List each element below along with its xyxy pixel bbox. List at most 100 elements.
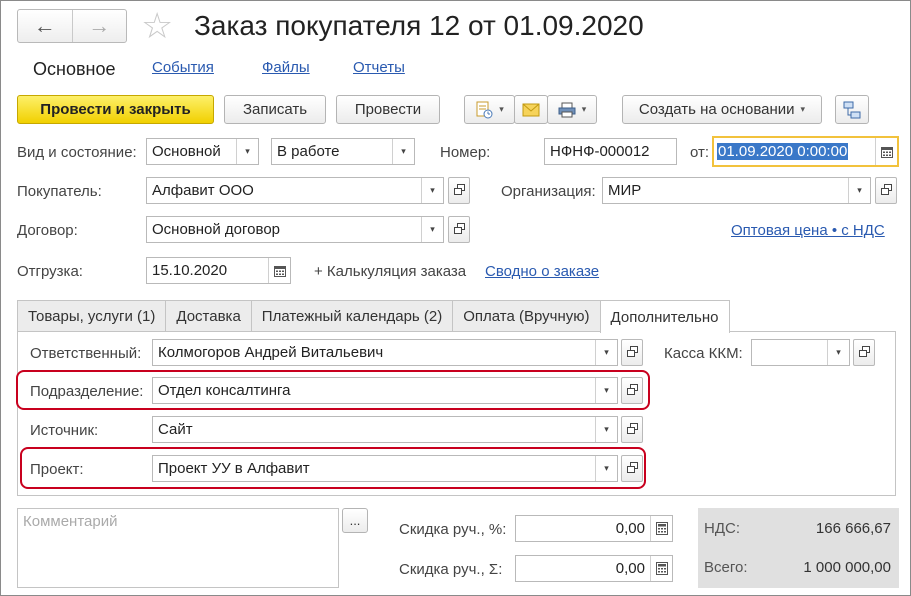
responsible-value: Колмогоров Андрей Витальевич [158, 344, 384, 361]
chevron-down-icon[interactable]: ▾ [595, 456, 617, 481]
forward-button[interactable]: → [71, 10, 127, 42]
open-window-icon [626, 344, 638, 361]
chevron-down-icon[interactable]: ▾ [421, 178, 443, 203]
calendar-icon[interactable] [875, 138, 897, 165]
chevron-down-icon[interactable]: ▾ [595, 378, 617, 403]
calculator-icon[interactable] [650, 516, 672, 541]
chevron-down-icon[interactable]: ▾ [595, 417, 617, 442]
save-button[interactable]: Записать [224, 95, 326, 124]
source-field[interactable]: Сайт ▾ [152, 416, 618, 443]
total-row: Всего: 1 000 000,00 [698, 553, 899, 583]
date-field[interactable]: 01.09.2020 0:00:00 [712, 136, 899, 167]
open-department-button[interactable] [621, 377, 643, 404]
favorite-star-icon[interactable]: ☆ [141, 7, 173, 45]
project-value: Проект УУ в Алфавит [158, 460, 310, 477]
project-label: Проект: [30, 461, 84, 478]
discount-percent-label: Скидка руч., %: [399, 521, 507, 538]
order-summary-link[interactable]: Сводно о заказе [485, 263, 599, 280]
discount-percent-field[interactable]: 0,00 [515, 515, 673, 542]
chevron-down-icon: ▾ [800, 104, 806, 114]
open-project-button[interactable] [621, 455, 643, 482]
buyer-value: Алфавит ООО [152, 182, 254, 199]
open-window-icon [880, 182, 892, 199]
chevron-down-icon[interactable]: ▾ [595, 340, 617, 365]
organization-label: Организация: [501, 183, 596, 200]
arrow-left-icon: ← [33, 13, 56, 38]
chevron-down-icon[interactable]: ▾ [236, 139, 258, 164]
kkm-field[interactable]: ▾ [751, 339, 850, 366]
buyer-label: Покупатель: [17, 183, 102, 200]
structure-button[interactable] [835, 95, 869, 124]
discount-sum-field[interactable]: 0,00 [515, 555, 673, 582]
nav-tab-events[interactable]: События [152, 59, 214, 76]
open-contract-button[interactable] [448, 216, 470, 243]
total-value: 1 000 000,00 [803, 559, 891, 576]
hierarchy-icon [843, 101, 861, 119]
kind-value: Основной [152, 143, 221, 160]
nav-tab-reports[interactable]: Отчеты [353, 59, 405, 76]
comment-more-button[interactable]: ... [342, 508, 368, 533]
open-responsible-button[interactable] [621, 339, 643, 366]
nav-tab-main[interactable]: Основное [33, 59, 115, 80]
print-button[interactable]: ▾ [547, 95, 597, 124]
totals-panel: НДС: 166 666,67 Всего: 1 000 000,00 [698, 508, 899, 588]
open-window-icon [858, 344, 870, 361]
related-docs-button[interactable]: ▾ [464, 95, 515, 124]
contract-field[interactable]: Основной договор ▾ [146, 216, 444, 243]
printer-icon [558, 102, 576, 118]
state-value: В работе [277, 143, 340, 160]
nav-tab-files[interactable]: Файлы [262, 59, 310, 76]
open-source-button[interactable] [621, 416, 643, 443]
post-button[interactable]: Провести [336, 95, 440, 124]
number-field[interactable]: НФНФ-000012 [544, 138, 677, 165]
document-window: ← → ☆ Заказ покупателя 12 от 01.09.2020 … [0, 0, 911, 596]
total-label: Всего: [704, 559, 748, 576]
discount-percent-value: 0,00 [615, 520, 645, 537]
comment-textarea[interactable]: Комментарий [17, 508, 339, 588]
price-type-link[interactable]: Оптовая цена • с НДС [731, 222, 885, 239]
tab-delivery[interactable]: Доставка [165, 300, 252, 332]
vat-label: НДС: [704, 520, 740, 537]
organization-field[interactable]: МИР ▾ [602, 177, 871, 204]
contract-label: Договор: [17, 222, 78, 239]
tab-payment[interactable]: Оплата (Вручную) [452, 300, 601, 332]
tab-goods[interactable]: Товары, услуги (1) [17, 300, 167, 332]
calculator-icon[interactable] [650, 556, 672, 581]
kind-select[interactable]: Основной ▾ [146, 138, 259, 165]
kind-state-label: Вид и состояние: [17, 144, 137, 161]
chevron-down-icon[interactable]: ▾ [392, 139, 414, 164]
open-window-icon [626, 460, 638, 477]
contract-value: Основной договор [152, 221, 280, 238]
tab-additional[interactable]: Дополнительно [599, 300, 730, 333]
envelope-icon [522, 103, 540, 117]
open-organization-button[interactable] [875, 177, 897, 204]
chevron-down-icon: ▾ [499, 104, 504, 114]
vat-value: 166 666,67 [815, 520, 891, 537]
open-kkm-button[interactable] [853, 339, 875, 366]
create-based-on-button[interactable]: Создать на основании ▾ [622, 95, 822, 124]
shipment-label: Отгрузка: [17, 263, 83, 280]
shipment-date-value: 15.10.2020 [152, 262, 228, 279]
buyer-field[interactable]: Алфавит ООО ▾ [146, 177, 444, 204]
shipment-date-field[interactable]: 15.10.2020 [146, 257, 291, 284]
open-window-icon [453, 221, 465, 238]
chevron-down-icon[interactable]: ▾ [827, 340, 849, 365]
order-calculation-toggle[interactable]: + Калькуляция заказа [314, 263, 466, 280]
back-button[interactable]: ← [18, 10, 72, 42]
send-email-button[interactable] [514, 95, 548, 124]
open-window-icon [453, 182, 465, 199]
department-field[interactable]: Отдел консалтинга ▾ [152, 377, 618, 404]
open-buyer-button[interactable] [448, 177, 470, 204]
state-select[interactable]: В работе ▾ [271, 138, 415, 165]
open-window-icon [626, 382, 638, 399]
project-field[interactable]: Проект УУ в Алфавит ▾ [152, 455, 618, 482]
tab-payment-calendar[interactable]: Платежный календарь (2) [250, 300, 454, 332]
post-and-close-button[interactable]: Провести и закрыть [17, 95, 214, 124]
calendar-icon[interactable] [268, 258, 290, 283]
chevron-down-icon[interactable]: ▾ [421, 217, 443, 242]
responsible-field[interactable]: Колмогоров Андрей Витальевич ▾ [152, 339, 618, 366]
create-based-on-label: Создать на основании [638, 101, 795, 118]
discount-sum-value: 0,00 [615, 560, 645, 577]
chevron-down-icon[interactable]: ▾ [848, 178, 870, 203]
date-value: 01.09.2020 0:00:00 [717, 143, 849, 160]
